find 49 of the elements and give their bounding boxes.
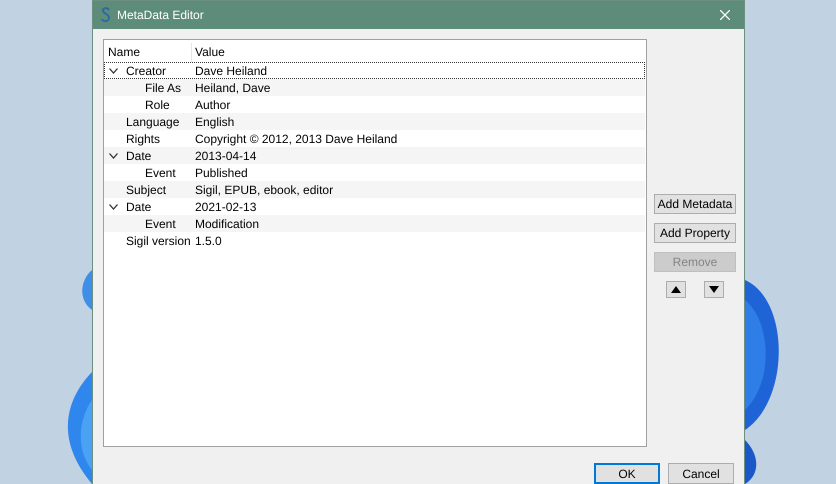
property-name: Role [145,96,170,114]
property-name: Event [145,216,176,232]
tree-row[interactable]: Event Modification [104,215,645,232]
property-value: Modification [194,216,260,232]
column-header[interactable]: Name [104,43,192,62]
move-up-button[interactable] [666,281,686,298]
property-value: Author [194,96,230,114]
tree-row[interactable]: Language English [104,113,645,130]
chevron-down-icon[interactable] [109,68,118,74]
property-name: Rights [126,130,160,148]
property-value: 2021-02-13 [194,198,256,216]
add-property-button[interactable]: Add Property [654,223,736,243]
tree-row[interactable]: Subject Sigil, EPUB, ebook, editor [104,181,645,198]
property-name: Event [145,164,176,182]
property-value: 1.5.0 [194,232,222,250]
property-value: Published [194,164,248,182]
chevron-down-icon[interactable] [109,152,118,158]
property-value: English [194,114,234,130]
tree-row[interactable]: Date 2021-02-13 [104,198,645,215]
tree-row[interactable]: Role Author [104,96,645,113]
app-logo-icon [101,7,111,23]
up-arrow-icon [671,286,681,293]
cancel-button[interactable]: Cancel [668,463,734,484]
property-name: File As [145,80,182,96]
tree-row[interactable]: Date 2013-04-14 [104,147,645,164]
move-down-button[interactable] [704,281,724,298]
ok-button[interactable]: OK [594,463,660,484]
property-value: Copyright © 2012, 2013 Dave Heiland [194,130,398,148]
chevron-down-icon[interactable] [109,204,118,210]
property-value: Heiland, Dave [194,80,270,96]
tree-row[interactable]: Sigil version 1.5.0 [104,232,645,249]
window-title: MetaData Editor [117,7,204,24]
property-name: Language [126,114,180,130]
property-name: Sigil version [126,232,191,250]
property-value: Sigil, EPUB, ebook, editor [194,182,334,198]
property-name: Date [126,148,152,164]
property-value: 2013-04-14 [194,148,256,164]
tree-row[interactable]: Rights Copyright © 2012, 2013 Dave Heiland [104,130,645,147]
column-header[interactable]: Value [192,43,225,62]
tree-row[interactable]: File As Heiland, Dave [104,79,645,96]
property-value: Dave Heiland [194,62,268,80]
property-name: Creator [126,62,166,80]
property-name: Date [126,198,152,216]
property-name: Subject [126,182,166,198]
add-metadata-button[interactable]: Add Metadata [654,194,736,214]
close-icon [720,10,730,20]
tree-row[interactable]: Creator Dave Heiland [104,62,645,79]
down-arrow-icon [709,286,719,293]
tree-row[interactable]: Event Published [104,164,645,181]
